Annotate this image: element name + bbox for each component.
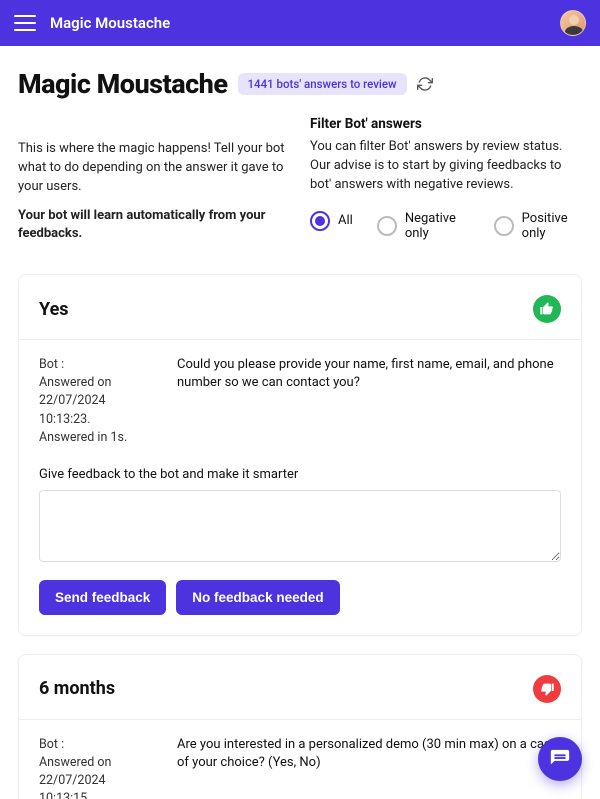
bot-answer: Are you interested in a personalized dem…	[177, 736, 561, 799]
review-count-badge: 1441 bots' answers to review	[238, 73, 407, 95]
topbar-left: Magic Moustache	[14, 14, 170, 32]
button-row: Send feedback No feedback needed	[39, 580, 561, 615]
page-title: Magic Moustache	[18, 68, 228, 100]
answer-meta: Bot : Answered on 22/07/2024 10:13:23. A…	[39, 356, 159, 447]
avatar[interactable]	[560, 10, 586, 36]
bot-label: Bot :	[39, 737, 64, 752]
intro-left: This is where the magic happens! Tell yo…	[18, 116, 290, 254]
filter-title: Filter Bot' answers	[310, 116, 582, 132]
filter-radio-group: All Negative only Positive only	[310, 211, 582, 242]
send-feedback-button[interactable]: Send feedback	[39, 580, 166, 615]
card-body: Bot : Answered on 22/07/2024 10:13:15. A…	[19, 720, 581, 799]
filter-section: Filter Bot' answers You can filter Bot' …	[310, 116, 582, 254]
filter-desc: You can filter Bot' answers by review st…	[310, 138, 582, 195]
intro-row: This is where the magic happens! Tell yo…	[18, 116, 582, 254]
radio-icon	[494, 216, 514, 236]
card-head: Yes	[19, 275, 581, 339]
page: Magic Moustache 1441 bots' answers to re…	[0, 46, 600, 799]
card-body: Bot : Answered on 22/07/2024 10:13:23. A…	[19, 340, 581, 457]
radio-icon	[377, 216, 397, 236]
meta-timestamp: Answered on 22/07/2024 10:13:23.	[39, 375, 111, 426]
meta-duration: Answered in 1s.	[39, 430, 127, 445]
radio-label: All	[338, 213, 353, 229]
answer-card: Yes Bot : Answered on 22/07/2024 10:13:2…	[18, 274, 582, 636]
bot-label: Bot :	[39, 357, 64, 372]
bot-answer: Could you please provide your name, firs…	[177, 356, 561, 447]
intro-text-1: This is where the magic happens! Tell yo…	[18, 140, 290, 197]
feedback-label: Give feedback to the bot and make it sma…	[39, 467, 561, 482]
meta-timestamp: Answered on 22/07/2024 10:13:15.	[39, 755, 111, 799]
app-title: Magic Moustache	[50, 14, 170, 32]
intro-text-2: Your bot will learn automatically from y…	[18, 207, 290, 245]
thumb-down-icon[interactable]	[533, 675, 561, 703]
feedback-input[interactable]	[39, 490, 561, 562]
radio-label: Positive only	[522, 211, 582, 242]
card-title: Yes	[39, 299, 69, 320]
answer-card: 6 months Bot : Answered on 22/07/2024 10…	[18, 654, 582, 799]
topbar: Magic Moustache	[0, 0, 600, 46]
card-head: 6 months	[19, 655, 581, 719]
filter-option-negative[interactable]: Negative only	[377, 211, 470, 242]
radio-icon	[310, 211, 330, 231]
title-row: Magic Moustache 1441 bots' answers to re…	[18, 68, 582, 100]
refresh-icon[interactable]	[417, 76, 433, 92]
filter-option-positive[interactable]: Positive only	[494, 211, 582, 242]
feedback-section: Give feedback to the bot and make it sma…	[19, 457, 581, 635]
filter-option-all[interactable]: All	[310, 211, 353, 231]
menu-icon[interactable]	[14, 15, 36, 31]
thumb-up-icon[interactable]	[533, 295, 561, 323]
answer-meta: Bot : Answered on 22/07/2024 10:13:15. A…	[39, 736, 159, 799]
chat-fab[interactable]	[538, 737, 582, 781]
card-title: 6 months	[39, 678, 115, 699]
no-feedback-button[interactable]: No feedback needed	[176, 580, 339, 615]
radio-label: Negative only	[405, 211, 470, 242]
